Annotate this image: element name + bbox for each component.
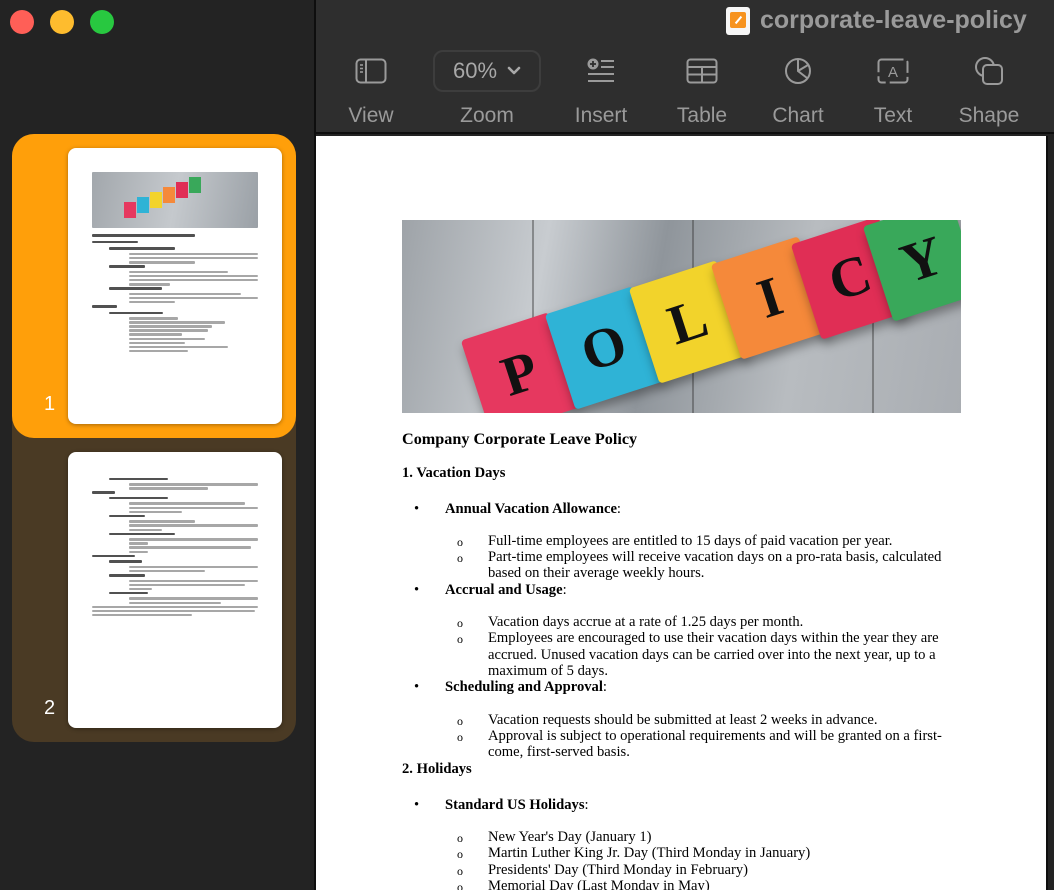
insert-label: Insert [574,104,628,127]
zoom-value: 60% [452,58,498,83]
zoom-control[interactable]: 60% Zoom [432,50,542,128]
section-heading: 2. Holidays [402,761,472,778]
list-item-label: Scheduling and Approval [445,679,603,696]
sub-list-item: o Full-time employees are entitled to 15 … [457,532,893,549]
list-item-label: Annual Vacation Allowance [445,500,617,517]
list-item: • Annual Vacation Allowance: o Full-time … [402,501,962,582]
text-box-icon: A [848,50,938,92]
thumbnail-preview-1 [68,148,282,424]
toolbar-tools: View 60% Zoom Insert Table Chart A Text … [316,50,1054,134]
circle-bullet-icon: o [457,534,463,549]
circle-bullet-icon: o [457,632,463,647]
document-canvas[interactable]: P O L I C Y Company Corporate Leave Poli… [316,136,1046,890]
zoom-dropdown[interactable]: 60% [433,50,541,92]
section-heading: 1. Vacation Days [402,465,506,482]
pages-window: 1 2 corporate-leave-policy View 60% Zoom… [0,0,1054,890]
table-label: Table [676,104,728,127]
document-title: corporate-leave-policy [726,6,1027,35]
sub-list-item: o Vacation requests should be submitted a… [457,711,878,728]
shape-button[interactable]: Shape [944,50,1034,128]
text-button[interactable]: A Text [848,50,938,128]
circle-bullet-icon: o [457,713,463,728]
canvas-right-edge [1046,136,1054,890]
chart-label: Chart [772,104,824,127]
circle-bullet-icon: o [457,551,463,566]
text-label: Text [873,104,913,127]
chevron-down-icon [507,66,521,75]
thumbnail-preview-2 [68,452,282,728]
sub-list-item: o Vacation days accrue at a rate of 1.25 … [457,614,804,631]
page-number-2: 2 [44,697,56,719]
view-button[interactable]: View [326,50,416,128]
page-thumbnails-sidebar: 1 2 [0,0,314,890]
page-number-1: 1 [44,393,56,415]
bullet-icon: • [414,796,420,813]
circle-bullet-icon: o [457,729,463,744]
window-controls [10,10,114,34]
chart-button[interactable]: Chart [753,50,843,128]
view-label: View [348,104,394,127]
list-item: • Standard US Holidays: o New Year's Day … [402,797,962,890]
thumbnail-content-1 [92,172,258,354]
circle-bullet-icon: o [457,616,463,631]
minimize-button[interactable] [50,10,74,34]
sub-list-item: o Memorial Day (Last Monday in May) [445,878,962,890]
sub-list-item: o New Year's Day (January 1) [457,829,652,846]
sub-list-item: o Presidents' Day (Third Monday in Februa… [457,861,748,878]
thumbnail-hero-image [92,172,258,228]
list-item: • Accrual and Usage: o Vacation days accr… [402,582,962,679]
toolbar: corporate-leave-policy View 60% Zoom Ins… [316,0,1054,134]
pie-chart-icon [753,50,843,92]
svg-text:A: A [888,64,898,81]
list-item: • Scheduling and Approval: o Vacation req… [402,679,962,760]
sub-list-item: o Approval is subject to operational requ… [457,727,942,761]
circle-bullet-icon: o [457,863,463,878]
insert-list-icon [556,50,646,92]
sidebar-view-icon [326,50,416,92]
insert-button[interactable]: Insert [556,50,646,128]
policy-hero-image: P O L I C Y [402,220,961,413]
bullet-icon: • [414,581,420,598]
shape-label: Shape [958,104,1020,127]
table-icon [657,50,747,92]
shape-icon [944,50,1034,92]
circle-bullet-icon: o [457,879,463,890]
zoom-label: Zoom [460,104,514,127]
circle-bullet-icon: o [457,831,463,846]
list-item-label: Standard US Holidays [445,796,585,813]
document-title-text: corporate-leave-policy [760,6,1027,34]
section-list: • Standard US Holidays: o New Year's Day … [402,797,962,890]
sub-list-item: o Martin Luther King Jr. Day (Third Monda… [457,845,811,862]
fullscreen-button[interactable] [90,10,114,34]
document-heading: Company Corporate Leave Policy [402,430,638,448]
bullet-icon: • [414,679,420,696]
document-page: P O L I C Y Company Corporate Leave Poli… [402,220,962,890]
pages-document-icon [726,6,750,35]
circle-bullet-icon: o [457,847,463,862]
table-button[interactable]: Table [657,50,747,128]
sub-list-item: o Part-time employees will receive vacati… [457,549,942,582]
sub-list-item: o Employees are encouraged to use their v… [457,630,939,679]
close-button[interactable] [10,10,34,34]
thumbnail-content-2 [92,476,258,618]
bullet-icon: • [414,500,420,517]
list-item-label: Accrual and Usage [445,581,563,598]
section-list: • Annual Vacation Allowance: o Full-time … [402,501,962,761]
